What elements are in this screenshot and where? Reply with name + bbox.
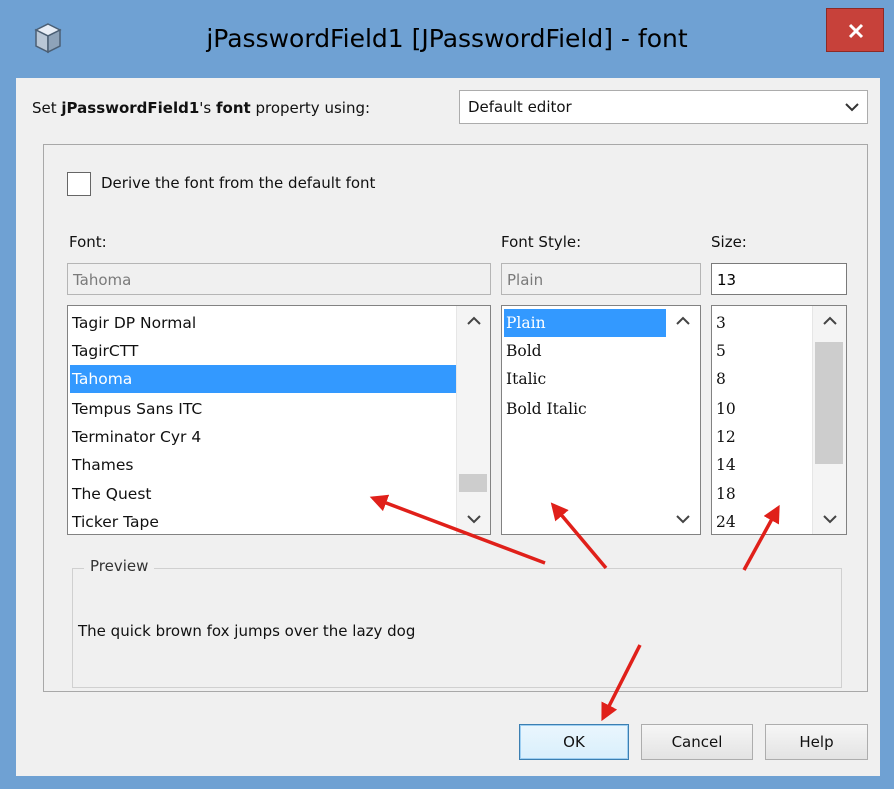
font-style-label: Font Style: (501, 233, 582, 251)
list-item-selected[interactable]: Tahoma (70, 365, 458, 393)
chevron-down-icon[interactable] (676, 514, 690, 524)
font-field: Tahoma (67, 263, 491, 295)
list-item[interactable]: TagirCTT (70, 337, 138, 365)
list-item[interactable]: 10 (714, 395, 736, 423)
list-item[interactable]: Terminator Cyr 4 (70, 423, 201, 451)
font-style-field: Plain (501, 263, 701, 295)
list-item[interactable]: 24 (714, 508, 736, 534)
list-item[interactable]: Tagir DP Normal (70, 309, 196, 337)
list-item[interactable]: The Quest (70, 480, 151, 508)
size-field[interactable]: 13 (711, 263, 847, 295)
chevron-up-icon[interactable] (467, 316, 481, 326)
size-label: Size: (711, 233, 747, 251)
list-item[interactable]: Thames (70, 451, 134, 479)
preview-text: The quick brown fox jumps over the lazy … (78, 622, 416, 640)
close-x-icon (848, 23, 864, 39)
title-bar[interactable]: jPasswordField1 [JPasswordField] - font (0, 0, 894, 78)
chevron-down-icon[interactable] (823, 514, 837, 524)
window-title: jPasswordField1 [JPasswordField] - font (206, 24, 688, 53)
list-item[interactable]: Bold Italic (504, 395, 587, 423)
property-label: Set jPasswordField1's font property usin… (32, 99, 371, 117)
font-list[interactable]: Tagir DP Normal TagirCTT Tahoma Tempus S… (67, 305, 491, 535)
close-button[interactable] (826, 8, 884, 52)
list-item[interactable]: Tempus Sans ITC (70, 395, 202, 423)
preview-title: Preview (84, 557, 155, 575)
chevron-down-icon[interactable] (467, 514, 481, 524)
ok-button[interactable]: OK (519, 724, 629, 760)
chevron-down-icon (845, 103, 859, 112)
list-item[interactable]: Ticker Tape (70, 508, 159, 534)
list-item[interactable]: 14 (714, 451, 736, 479)
chevron-up-icon[interactable] (676, 316, 690, 326)
list-item[interactable]: 8 (714, 365, 726, 393)
font-style-list[interactable]: Plain Bold Italic Bold Italic (501, 305, 701, 535)
list-item-selected[interactable]: Plain (504, 309, 666, 337)
derive-checkbox-label[interactable]: Derive the font from the default font (101, 174, 375, 192)
help-button[interactable]: Help (765, 724, 868, 760)
size-list[interactable]: 3 5 8 10 12 14 18 24 (711, 305, 847, 535)
list-item[interactable]: 3 (714, 309, 726, 337)
list-item[interactable]: 5 (714, 337, 726, 365)
font-label: Font: (69, 233, 107, 251)
derive-checkbox[interactable] (67, 172, 91, 196)
list-item[interactable]: Bold (504, 337, 542, 365)
scroll-thumb[interactable] (459, 474, 487, 492)
list-item[interactable]: 18 (714, 480, 736, 508)
list-item[interactable]: Italic (504, 365, 546, 393)
list-item[interactable]: 12 (714, 423, 736, 451)
chevron-up-icon[interactable] (823, 316, 837, 326)
editor-dropdown-value: Default editor (468, 98, 572, 116)
font-style-scrollbar[interactable] (666, 306, 700, 534)
cancel-button[interactable]: Cancel (641, 724, 753, 760)
scroll-thumb[interactable] (815, 342, 843, 464)
font-list-scrollbar[interactable] (456, 306, 490, 534)
editor-dropdown[interactable]: Default editor (459, 90, 868, 124)
size-list-scrollbar[interactable] (812, 306, 846, 534)
